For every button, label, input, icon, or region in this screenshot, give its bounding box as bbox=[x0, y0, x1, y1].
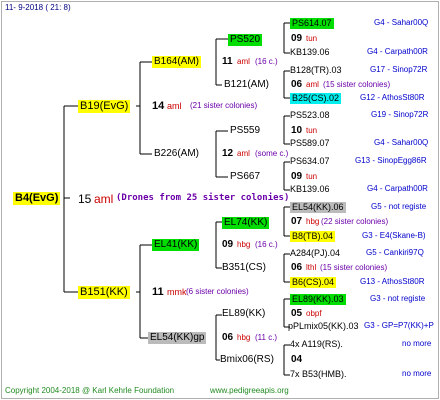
gen3-tag: tun bbox=[306, 126, 318, 135]
gen4-queen[interactable]: 4x A119(RS). bbox=[290, 340, 343, 349]
gen4-queen[interactable]: PS634.07 bbox=[290, 157, 330, 166]
gen3-queen[interactable]: PS559 bbox=[230, 126, 260, 136]
gen4-queen[interactable]: PS614.07 bbox=[290, 18, 334, 29]
gen3-queen[interactable]: PS520 bbox=[228, 34, 263, 46]
gen3-tag: obpf bbox=[306, 309, 322, 318]
gen4-info: G12 - AthosSt80R bbox=[360, 93, 425, 102]
gen4-info: G19 - Sinop72R bbox=[371, 110, 429, 119]
gen1-tag: aml bbox=[167, 101, 182, 111]
gen2-note: (some c.) bbox=[255, 149, 289, 158]
gen3-note: (15 sister colonies) bbox=[323, 80, 391, 89]
gen2-note: (11 c.) bbox=[255, 333, 278, 342]
gen4-info: G4 - Carpath00R bbox=[367, 47, 428, 56]
gen4-info: G17 - Sinop72R bbox=[370, 65, 428, 74]
gen4-queen[interactable]: PS523.08 bbox=[290, 111, 330, 120]
timestamp: 11- 9-2018 ( 21: 8) bbox=[5, 3, 71, 12]
gen3-queen[interactable]: EL74(KK) bbox=[222, 217, 270, 229]
gen3-queen[interactable]: PS667 bbox=[230, 172, 260, 182]
gen2-note: (16 c.) bbox=[255, 57, 278, 66]
gen3-queen[interactable]: B121(AM) bbox=[224, 80, 269, 90]
gen3-queen[interactable]: Bmix06(RS) bbox=[220, 355, 274, 365]
gen3-queen[interactable]: B351(CS) bbox=[222, 263, 266, 273]
gen3-num: 04 bbox=[291, 354, 303, 365]
gen3-num: 05 bbox=[291, 308, 303, 319]
gen3-queen[interactable]: EL89(KK) bbox=[222, 309, 265, 319]
gen4-info: no more bbox=[402, 339, 432, 348]
gen4-info: G13 - SinopEgg86R bbox=[355, 156, 427, 165]
gen2-tag: aml bbox=[237, 149, 250, 158]
gen4-queen[interactable]: EL54(KK).06 bbox=[290, 202, 346, 213]
gen2-tag: hbg bbox=[237, 240, 251, 249]
gen4-info: G5 - not registe bbox=[371, 202, 427, 211]
gen3-tag: tun bbox=[306, 34, 318, 43]
gen2-tag: aml bbox=[237, 57, 250, 66]
gen1-note: (21 sister colonies) bbox=[190, 101, 258, 110]
gen1-queen[interactable]: B151(KK) bbox=[78, 286, 130, 299]
gen2-num: 06 bbox=[222, 332, 234, 343]
gen4-info: no more bbox=[402, 369, 432, 378]
gen4-info: G3 - GP=P7(KK)+P bbox=[364, 321, 434, 330]
gen4-info: G4 - Sahar00Q bbox=[374, 18, 429, 27]
site-link[interactable]: www.pedigreeapis.org bbox=[210, 387, 289, 395]
gen4-queen[interactable]: B8(TB).04 bbox=[290, 231, 336, 242]
gen3-tag: aml bbox=[306, 80, 319, 89]
root-note: (Drones from 25 sister colonies) bbox=[116, 193, 290, 203]
root-tag: aml bbox=[94, 192, 114, 206]
gen1-num: 14 bbox=[152, 100, 165, 112]
gen4-queen[interactable]: B6(CS).04 bbox=[290, 277, 337, 288]
gen1-queen[interactable]: B19(EvG) bbox=[78, 100, 131, 113]
gen2-tag: hbg bbox=[237, 333, 251, 342]
gen1-note: (6 sister colonies) bbox=[186, 287, 249, 296]
gen4-queen[interactable]: B128(TR).03 bbox=[290, 66, 342, 75]
gen3-num: 06 bbox=[291, 79, 303, 90]
gen3-tag: lthl bbox=[306, 263, 317, 272]
gen4-info: G3 - not registe bbox=[370, 294, 426, 303]
gen4-info: G4 - Sahar00Q bbox=[374, 138, 429, 147]
gen3-num: 09 bbox=[291, 171, 303, 182]
root-queen[interactable]: B4(EvG) bbox=[13, 192, 61, 205]
copyright: Copyright 2004-2018 @ Karl Kehrle Founda… bbox=[5, 386, 175, 395]
gen4-info: G3 - E4(Skane-B) bbox=[362, 231, 426, 240]
gen2-num: 12 bbox=[222, 148, 234, 159]
gen4-queen[interactable]: 7x B53(HMB). bbox=[290, 370, 347, 379]
gen2-queen[interactable]: B164(AM) bbox=[152, 56, 202, 68]
gen2-num: 09 bbox=[222, 239, 234, 250]
gen4-info: G13 - AthosSt80R bbox=[360, 277, 425, 286]
gen3-num: 07 bbox=[291, 216, 303, 227]
gen3-num: 10 bbox=[291, 125, 303, 136]
gen3-tag: hbg bbox=[306, 217, 320, 226]
gen2-note: (16 c.) bbox=[255, 240, 278, 249]
gen4-info: G5 - Cankiri97Q bbox=[366, 248, 424, 257]
gen4-info: G4 - Carpath00R bbox=[367, 184, 428, 193]
gen4-queen[interactable]: PS589.07 bbox=[290, 139, 330, 148]
gen3-tag: tun bbox=[306, 172, 318, 181]
gen3-note: (15 sister colonies) bbox=[320, 263, 388, 272]
gen3-num: 09 bbox=[291, 33, 303, 44]
gen2-num: 11 bbox=[222, 56, 233, 67]
gen2-queen[interactable]: B226(AM) bbox=[154, 149, 199, 159]
gen4-queen[interactable]: B25(CS).02 bbox=[290, 93, 342, 104]
gen2-queen[interactable]: EL54(KK)gp bbox=[148, 332, 207, 344]
gen4-queen[interactable]: KB139.06 bbox=[290, 48, 330, 57]
gen4-queen[interactable]: KB139.06 bbox=[290, 185, 330, 194]
gen3-note: (22 sister colonies) bbox=[321, 217, 389, 226]
gen1-tag: mmk bbox=[167, 287, 187, 297]
gen4-queen[interactable]: EL89(KK).03 bbox=[290, 294, 346, 305]
gen4-queen[interactable]: pPLmix05(KK).03 bbox=[288, 322, 359, 331]
gen1-num: 11 bbox=[152, 286, 164, 298]
gen3-num: 06 bbox=[291, 262, 303, 273]
gen2-queen[interactable]: EL41(KK) bbox=[152, 239, 200, 251]
gen4-queen[interactable]: A284(PJ).04 bbox=[290, 249, 340, 258]
root-num: 15 bbox=[78, 192, 92, 206]
